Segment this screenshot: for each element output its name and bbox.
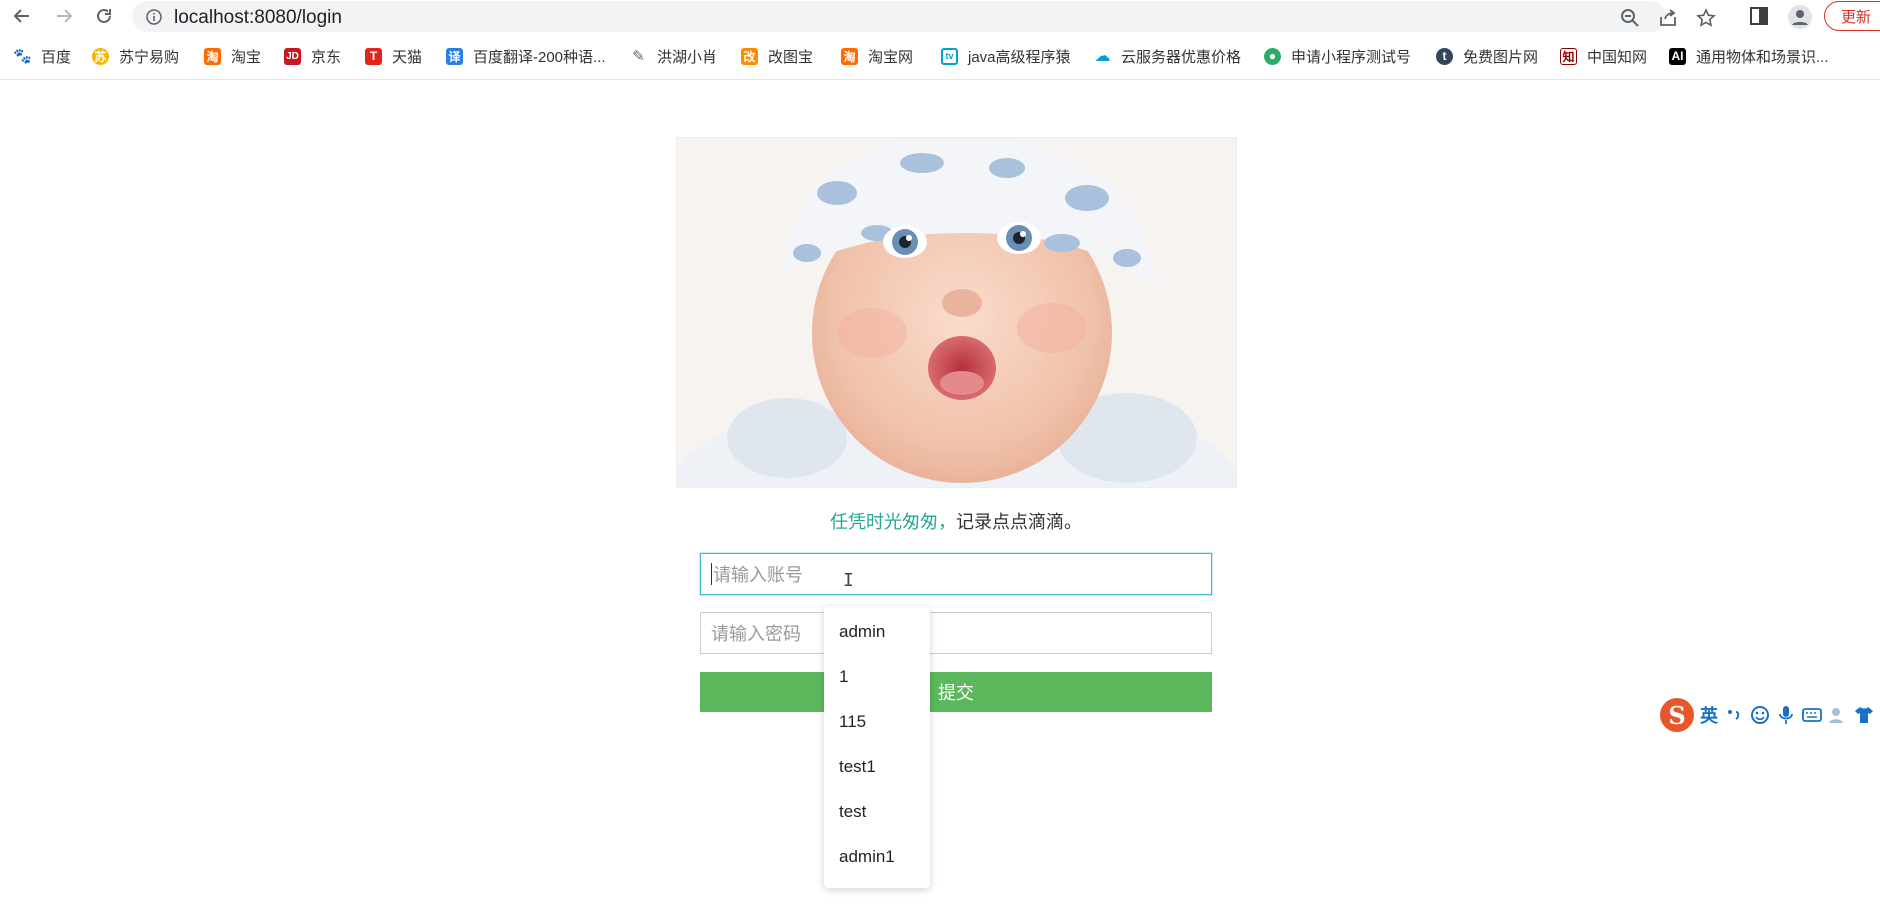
translate-icon: 译 xyxy=(446,47,463,65)
slogan-rest: 记录点点滴滴。 xyxy=(956,512,1082,532)
autocomplete-item[interactable]: 1 xyxy=(839,665,848,689)
bookmark-item[interactable]: JD 京东 xyxy=(284,44,341,68)
slogan-accent: 任凭时光匆匆， xyxy=(830,512,956,532)
keyboard-icon[interactable] xyxy=(1802,705,1822,725)
ai-icon: AI xyxy=(1669,47,1686,65)
side-panel-icon[interactable] xyxy=(1748,5,1770,27)
bookmark-item[interactable]: ✎ 洪湖小肖 xyxy=(630,44,717,68)
share-icon[interactable] xyxy=(1658,8,1678,26)
autocomplete-dropdown: admin 1 115 test1 test admin1 xyxy=(824,606,930,888)
bookmark-item[interactable]: 知中国知网 xyxy=(1560,44,1647,68)
gaitubao-icon: 改 xyxy=(741,47,758,65)
shirt-icon[interactable] xyxy=(1854,705,1874,725)
bookmark-item[interactable]: T 天猫 xyxy=(365,44,422,68)
wechat-icon: ● xyxy=(1264,47,1281,65)
account-input[interactable]: 请输入账号 xyxy=(700,553,1212,595)
bookmark-item[interactable]: 🐾 百度 xyxy=(13,44,71,68)
bookmark-item[interactable]: t 免费图片网 xyxy=(1436,44,1538,68)
tmall-icon: T xyxy=(365,47,382,65)
submit-button[interactable]: 提交 xyxy=(700,672,1212,712)
bookmark-item[interactable]: ☁ 云服务器优惠价格 xyxy=(1094,44,1242,68)
cloud-icon: ☁ xyxy=(1094,48,1111,65)
bookmark-item[interactable]: tv java高级程序猿 xyxy=(941,44,1071,68)
autocomplete-item[interactable]: admin1 xyxy=(839,845,895,869)
bookmark-item[interactable]: 苏苏宁易购 xyxy=(92,44,179,68)
emoji-icon[interactable] xyxy=(1750,705,1770,725)
reload-icon[interactable] xyxy=(92,4,116,28)
password-placeholder: 请输入密码 xyxy=(711,624,801,644)
forward-arrow-icon[interactable] xyxy=(52,4,76,28)
taobao-icon: 淘 xyxy=(841,47,858,65)
jd-icon: JD xyxy=(284,47,301,65)
bookmark-item[interactable]: 淘淘宝网 xyxy=(841,44,913,68)
bookmarks-bar: 🐾 百度 苏苏宁易购 淘淘宝 JD 京东 T 天猫 译百度翻译-200种语... ✎ 洪… xyxy=(0,44,1880,68)
profile-icon[interactable] xyxy=(1788,5,1812,29)
ibeam-cursor-icon: I xyxy=(843,570,854,591)
text-caret xyxy=(711,563,712,585)
suning-icon: 苏 xyxy=(92,47,109,65)
bookmark-item[interactable]: ● 申请小程序测试号 xyxy=(1264,44,1411,68)
bilibili-icon: tv xyxy=(941,47,958,65)
autocomplete-item[interactable]: admin xyxy=(839,620,885,644)
autocomplete-item[interactable]: test1 xyxy=(839,755,876,779)
cnki-icon: 知 xyxy=(1560,47,1577,65)
password-input[interactable]: 请输入密码 xyxy=(700,612,1212,654)
bookmark-item[interactable]: 淘淘宝 xyxy=(204,44,261,68)
ime-mode-toggle[interactable]: 英 xyxy=(1700,702,1718,728)
user-icon[interactable] xyxy=(1828,705,1848,725)
baidu-icon: 🐾 xyxy=(13,48,32,65)
address-bar[interactable]: localhost:8080/login xyxy=(132,1,1716,32)
browser-toolbar: localhost:8080/login 更新 xyxy=(0,0,1880,32)
bookmark-item[interactable]: 译百度翻译-200种语... xyxy=(446,44,606,68)
baby-photo xyxy=(676,137,1237,488)
taobao-icon: 淘 xyxy=(204,47,221,65)
sogou-logo-icon[interactable]: S xyxy=(1660,698,1694,732)
bookmark-item[interactable]: AI 通用物体和场景识... xyxy=(1669,44,1829,68)
punctuation-icon[interactable] xyxy=(1724,705,1744,725)
zoom-icon[interactable] xyxy=(1620,8,1640,27)
slogan: 任凭时光匆匆，记录点点滴滴。 xyxy=(0,508,1880,534)
toolbar-divider xyxy=(0,79,1880,80)
url-text[interactable]: localhost:8080/login xyxy=(174,7,342,29)
tumblr-icon: t xyxy=(1436,47,1453,65)
account-placeholder: 请输入账号 xyxy=(713,565,803,585)
ime-toolbar[interactable]: S 英 xyxy=(1660,698,1874,732)
bird-icon: ✎ xyxy=(632,48,645,65)
mic-icon[interactable] xyxy=(1776,705,1796,725)
star-icon[interactable] xyxy=(1696,8,1716,27)
autocomplete-item[interactable]: test xyxy=(839,800,866,824)
info-icon[interactable] xyxy=(146,9,162,30)
bookmark-item[interactable]: 改改图宝 xyxy=(741,44,813,68)
autocomplete-item[interactable]: 115 xyxy=(839,710,866,734)
update-button[interactable]: 更新 xyxy=(1824,1,1880,31)
back-arrow-icon[interactable] xyxy=(10,4,34,28)
